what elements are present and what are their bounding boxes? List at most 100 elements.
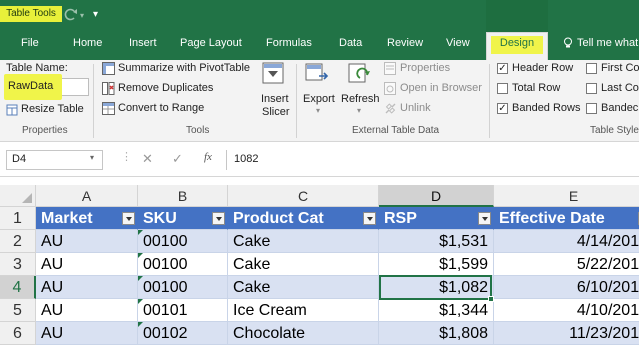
tab-review[interactable]: Review bbox=[387, 37, 423, 49]
formula-value[interactable]: 1082 bbox=[234, 153, 258, 165]
tab-home[interactable]: Home bbox=[73, 37, 102, 49]
banded-rows-checkbox[interactable]: ✓ bbox=[497, 103, 508, 114]
table-name-value[interactable]: RawData bbox=[8, 80, 53, 92]
enter-icon[interactable]: ✓ bbox=[172, 151, 183, 167]
row-header-5[interactable]: 5 bbox=[0, 299, 36, 322]
column-header-d[interactable]: D bbox=[379, 185, 494, 207]
table-header-cell[interactable]: RSP bbox=[379, 207, 494, 230]
insert-slicer-label-1[interactable]: Insert bbox=[261, 93, 289, 105]
convert-to-range-button[interactable]: Convert to Range bbox=[118, 102, 204, 114]
table-cell[interactable]: 6/10/2018 bbox=[494, 276, 639, 299]
table-cell[interactable]: 00100 bbox=[138, 230, 228, 253]
unlink-icon bbox=[384, 102, 397, 118]
table-cell[interactable]: $1,808 bbox=[379, 322, 494, 345]
fill-handle[interactable] bbox=[488, 296, 494, 302]
tab-insert[interactable]: Insert bbox=[129, 37, 157, 49]
table-cell[interactable]: 5/22/2018 bbox=[494, 253, 639, 276]
tab-design[interactable]: Design bbox=[486, 37, 548, 49]
column-header-e[interactable]: E bbox=[494, 185, 639, 207]
total-row-checkbox[interactable] bbox=[497, 83, 508, 94]
select-all-corner[interactable] bbox=[0, 185, 36, 207]
customize-qat-icon[interactable]: ▾ bbox=[93, 9, 98, 20]
table-cell[interactable]: 4/10/2018 bbox=[494, 299, 639, 322]
unlink-button: Unlink bbox=[400, 102, 431, 114]
export-button[interactable]: Export bbox=[303, 93, 335, 105]
group-divider bbox=[489, 64, 490, 138]
table-cell[interactable]: 00102 bbox=[138, 322, 228, 345]
cancel-icon[interactable]: ✕ bbox=[142, 151, 153, 167]
table-header-cell[interactable]: Market bbox=[36, 207, 138, 230]
filter-dropdown-icon[interactable] bbox=[363, 212, 376, 225]
summarize-pivot-button[interactable]: Summarize with PivotTable bbox=[118, 62, 250, 74]
group-label-tools: Tools bbox=[186, 125, 210, 136]
insert-slicer-label-2[interactable]: Slicer bbox=[262, 106, 290, 118]
name-box-dropdown-icon[interactable]: ▾ bbox=[90, 153, 94, 162]
first-column-checkbox[interactable] bbox=[586, 63, 597, 74]
formula-bar-grip-icon: ⋮ bbox=[121, 151, 132, 163]
row-header-6[interactable]: 6 bbox=[0, 322, 36, 345]
row-header-1[interactable]: 1 bbox=[0, 207, 36, 230]
table-cell[interactable]: 4/14/2018 bbox=[494, 230, 639, 253]
table-cell[interactable]: AU bbox=[36, 253, 138, 276]
column-header-b[interactable]: B bbox=[138, 185, 228, 207]
refresh-button[interactable]: Refresh bbox=[341, 93, 380, 105]
last-column-checkbox[interactable] bbox=[586, 83, 597, 94]
tab-formulas[interactable]: Formulas bbox=[266, 37, 312, 49]
formula-input[interactable] bbox=[226, 150, 639, 170]
tab-page-layout[interactable]: Page Layout bbox=[180, 37, 242, 49]
tab-file[interactable]: File bbox=[21, 37, 39, 49]
remove-duplicates-button[interactable]: Remove Duplicates bbox=[118, 82, 213, 94]
number-as-text-indicator bbox=[138, 322, 143, 327]
column-header-a[interactable]: A bbox=[36, 185, 138, 207]
number-as-text-indicator bbox=[138, 230, 143, 235]
table-cell[interactable]: $1,531 bbox=[379, 230, 494, 253]
table-cell[interactable]: AU bbox=[36, 322, 138, 345]
name-box-value[interactable]: D4 bbox=[12, 153, 26, 165]
resize-table-button[interactable]: Resize Table bbox=[21, 103, 84, 115]
tab-view[interactable]: View bbox=[446, 37, 470, 49]
filter-dropdown-icon[interactable] bbox=[212, 212, 225, 225]
table-cell[interactable]: 00100 bbox=[138, 276, 228, 299]
remove-duplicates-icon bbox=[102, 82, 115, 98]
refresh-dropdown-icon[interactable]: ▾ bbox=[357, 106, 361, 115]
table-cell[interactable]: $1,344 bbox=[379, 299, 494, 322]
active-cell-border bbox=[379, 275, 492, 300]
filter-dropdown-icon[interactable] bbox=[478, 212, 491, 225]
redo-dropdown-icon: ▾ bbox=[80, 11, 85, 20]
pivot-table-icon bbox=[102, 62, 115, 78]
table-cell[interactable]: Cake bbox=[228, 230, 379, 253]
export-dropdown-icon[interactable]: ▾ bbox=[316, 106, 320, 115]
table-cell[interactable]: 00100 bbox=[138, 253, 228, 276]
number-as-text-indicator bbox=[138, 276, 143, 281]
table-cell[interactable]: $1,599 bbox=[379, 253, 494, 276]
header-row-label: Header Row bbox=[512, 62, 574, 74]
table-cell[interactable]: Ice Cream bbox=[228, 299, 379, 322]
banded-columns-label: Bandec bbox=[601, 102, 639, 114]
tell-me-box[interactable]: Tell me what bbox=[577, 37, 638, 49]
table-cell[interactable]: AU bbox=[36, 299, 138, 322]
banded-columns-checkbox[interactable] bbox=[586, 103, 597, 114]
table-cell[interactable]: 11/23/2017 bbox=[494, 322, 639, 345]
tab-data[interactable]: Data bbox=[339, 37, 362, 49]
table-header-cell[interactable]: Effective Date bbox=[494, 207, 639, 230]
header-row-checkbox[interactable]: ✓ bbox=[497, 63, 508, 74]
insert-function-icon[interactable]: fx bbox=[204, 151, 212, 163]
table-cell[interactable]: Cake bbox=[228, 276, 379, 299]
group-label-external-table-data: External Table Data bbox=[352, 125, 440, 136]
table-cell[interactable]: AU bbox=[36, 276, 138, 299]
row-header-4[interactable]: 4 bbox=[0, 276, 36, 299]
group-label-properties: Properties bbox=[22, 125, 68, 136]
column-header-c[interactable]: C bbox=[228, 185, 379, 207]
row-header-3[interactable]: 3 bbox=[0, 253, 36, 276]
filter-dropdown-icon[interactable] bbox=[122, 212, 135, 225]
table-header-cell[interactable]: SKU bbox=[138, 207, 228, 230]
row-header-2[interactable]: 2 bbox=[0, 230, 36, 253]
group-divider bbox=[296, 64, 297, 138]
table-header-cell[interactable]: Product Cat bbox=[228, 207, 379, 230]
table-cell[interactable]: Cake bbox=[228, 253, 379, 276]
table-cell[interactable]: 00101 bbox=[138, 299, 228, 322]
number-as-text-indicator bbox=[138, 299, 143, 304]
table-cell[interactable]: AU bbox=[36, 230, 138, 253]
table-header-label: Market bbox=[41, 210, 93, 227]
table-cell[interactable]: Chocolate bbox=[228, 322, 379, 345]
